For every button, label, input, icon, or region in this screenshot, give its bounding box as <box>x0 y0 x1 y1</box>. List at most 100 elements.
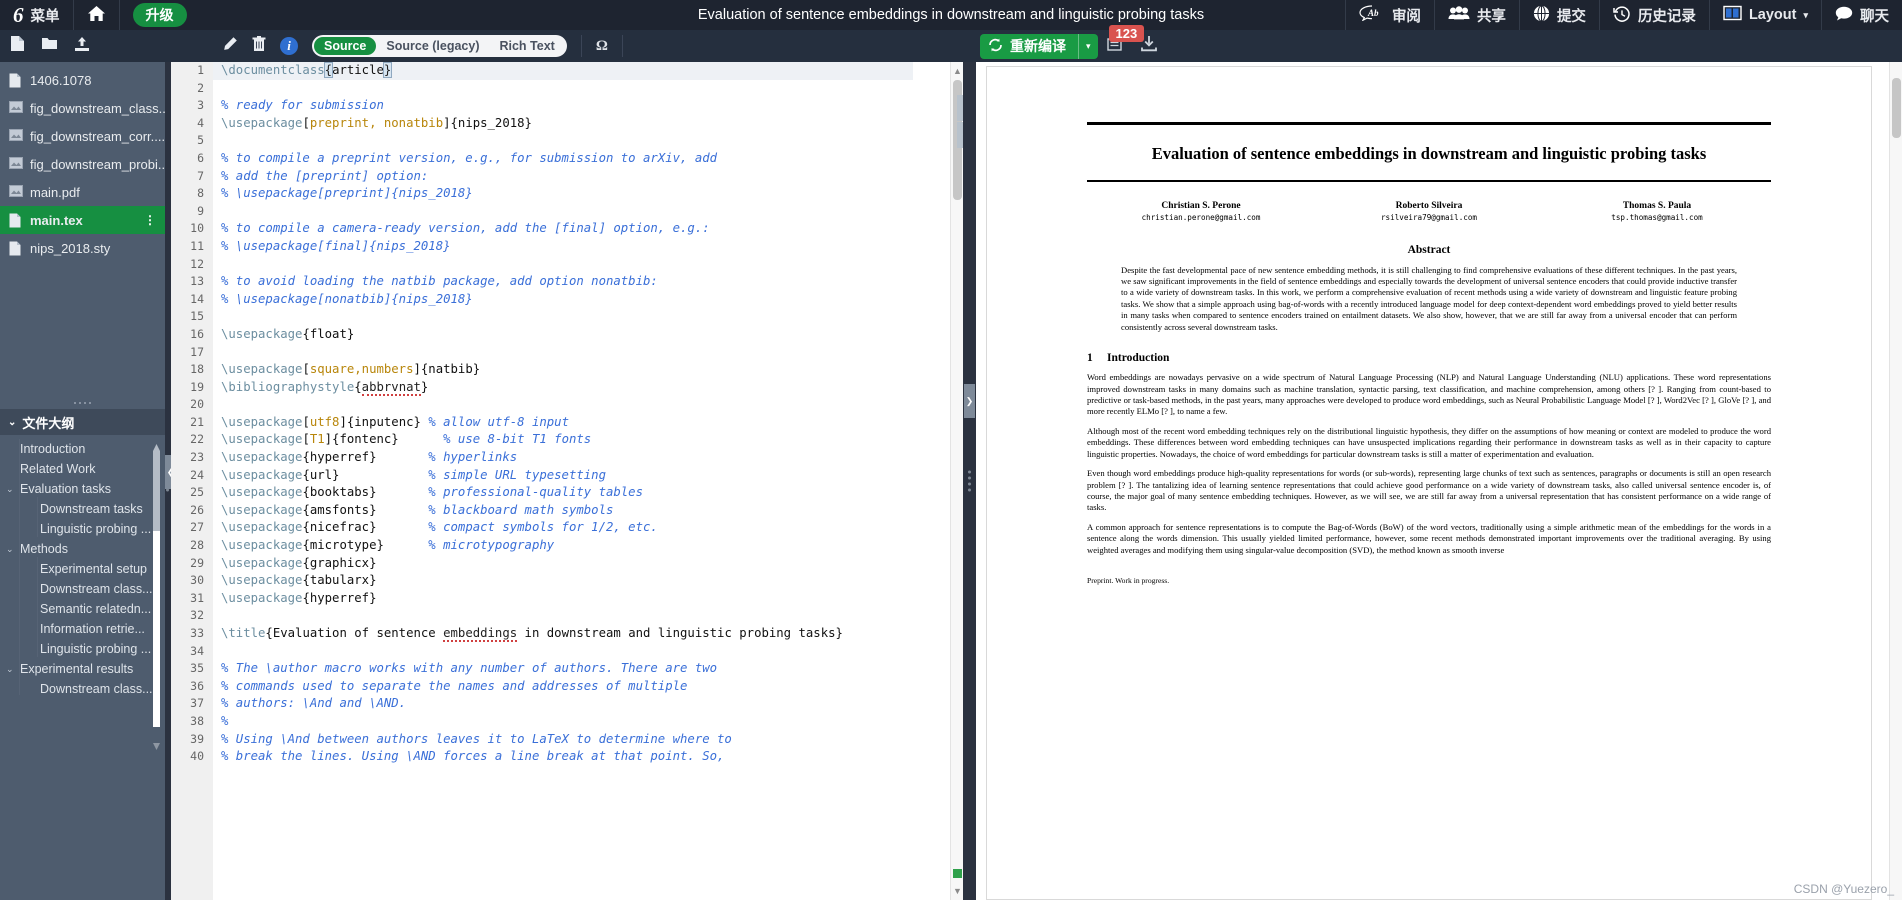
scroll-up-arrow[interactable]: ▲ <box>953 64 962 78</box>
panel-resize-handle[interactable] <box>0 397 165 409</box>
code-line[interactable]: % Using \And between authors leaves it t… <box>213 731 913 749</box>
code-line[interactable] <box>213 308 913 326</box>
new-file-icon[interactable] <box>10 35 25 57</box>
code-line[interactable]: % authors: \And and \AND. <box>213 695 913 713</box>
review-button[interactable]: Ab 审阅 <box>1344 0 1434 30</box>
menu-button[interactable]: 6 菜单 <box>0 0 74 30</box>
outline-scrollbar[interactable] <box>152 439 161 750</box>
file-item[interactable]: main.tex ⋮ <box>0 206 165 234</box>
code-line[interactable]: \usepackage{url} % simple URL typesettin… <box>213 467 913 485</box>
file-item[interactable]: main.pdf <box>0 178 165 206</box>
file-item[interactable]: fig_downstream_class... <box>0 94 165 122</box>
pdf-preview-pane[interactable]: Evaluation of sentence embeddings in dow… <box>976 62 1902 900</box>
code-line[interactable]: \usepackage{hyperref} % hyperlinks <box>213 449 913 467</box>
rename-pencil-icon[interactable] <box>222 36 238 57</box>
code-line[interactable]: \usepackage{graphicx} <box>213 555 913 573</box>
code-line[interactable]: % \usepackage[final]{nips_2018} <box>213 238 913 256</box>
code-line[interactable]: \usepackage{float} <box>213 326 913 344</box>
tab-source-legacy[interactable]: Source (legacy) <box>376 37 489 55</box>
code-line[interactable]: \title{Evaluation of sentence embeddings… <box>213 625 913 643</box>
file-item[interactable]: fig_downstream_corr.... <box>0 122 165 150</box>
code-content[interactable]: \documentclass{article} % ready for subm… <box>213 62 913 900</box>
code-line[interactable]: \usepackage{booktabs} % professional-qua… <box>213 484 913 502</box>
pdf-scroll-thumb[interactable] <box>1892 78 1901 138</box>
code-line[interactable]: % to avoid loading the natbib package, a… <box>213 273 913 291</box>
chevron-down-icon[interactable]: ⌄ <box>6 664 18 675</box>
outline-item[interactable]: ⌄ Experimental results <box>0 659 165 679</box>
code-line[interactable]: % to compile a camera-ready version, add… <box>213 220 913 238</box>
outline-item[interactable]: Downstream class... <box>0 579 165 599</box>
new-folder-icon[interactable] <box>41 36 58 56</box>
code-line[interactable] <box>213 344 913 362</box>
history-button[interactable]: 历史记录 <box>1598 0 1709 30</box>
code-line[interactable]: % <box>213 713 913 731</box>
code-line[interactable]: % to compile a preprint version, e.g., f… <box>213 150 913 168</box>
chevron-down-icon[interactable]: ⌄ <box>6 544 18 555</box>
delete-trash-icon[interactable] <box>252 35 266 57</box>
outline-item[interactable]: Information retrie... <box>0 619 165 639</box>
file-item[interactable]: nips_2018.sty <box>0 234 165 262</box>
chevron-down-icon[interactable]: ⌄ <box>6 484 18 495</box>
code-line[interactable] <box>213 256 913 274</box>
recompile-button[interactable]: 重新编译 ▾ <box>980 33 1098 59</box>
layout-button[interactable]: Layout ▾ <box>1708 0 1821 30</box>
outline-item[interactable]: ⌄ Evaluation tasks <box>0 479 165 499</box>
outline-item[interactable]: Linguistic probing ... <box>0 519 165 539</box>
code-line[interactable]: \usepackage{nicefrac} % compact symbols … <box>213 519 913 537</box>
code-line[interactable]: \usepackage{tabularx} <box>213 572 913 590</box>
editor-mode-switcher[interactable]: Source Source (legacy) Rich Text <box>312 35 567 57</box>
symbol-palette-icon[interactable]: Ω <box>596 38 608 55</box>
code-line[interactable]: \documentclass{article} <box>213 62 913 80</box>
tab-source[interactable]: Source <box>314 37 377 55</box>
code-line[interactable] <box>213 132 913 150</box>
outline-item[interactable]: Introduction <box>0 439 165 459</box>
info-icon[interactable]: i <box>280 37 298 55</box>
code-line[interactable] <box>213 203 913 221</box>
home-button[interactable] <box>74 0 120 30</box>
outline-item[interactable]: Linguistic probing ... <box>0 639 165 659</box>
code-line[interactable]: \usepackage{hyperref} <box>213 590 913 608</box>
code-line[interactable]: \usepackage[square,numbers]{natbib} <box>213 361 913 379</box>
share-button[interactable]: 共享 <box>1433 0 1519 30</box>
code-line[interactable]: \usepackage[utf8]{inputenc} % allow utf-… <box>213 414 913 432</box>
file-item[interactable]: 1406.1078 <box>0 66 165 94</box>
file-item[interactable]: fig_downstream_probi... <box>0 150 165 178</box>
code-line[interactable]: \usepackage[T1]{fontenc} % use 8-bit T1 … <box>213 431 913 449</box>
code-line[interactable]: \bibliographystyle{abbrvnat} <box>213 379 913 397</box>
outline-item[interactable]: Experimental setup <box>0 559 165 579</box>
file-menu-icon[interactable]: ⋮ <box>144 213 157 227</box>
code-line[interactable]: % ready for submission <box>213 97 913 115</box>
upload-icon[interactable] <box>74 36 90 57</box>
outline-item[interactable]: ⌄ Methods <box>0 539 165 559</box>
outline-item[interactable]: Semantic relatedn... <box>0 599 165 619</box>
code-line[interactable]: % The \author macro works with any numbe… <box>213 660 913 678</box>
code-line[interactable] <box>213 80 913 98</box>
outline-item[interactable]: Downstream class... <box>0 679 165 699</box>
editor-pdf-splitter[interactable]: ❯ <box>963 62 976 900</box>
scroll-down-arrow[interactable] <box>152 738 161 750</box>
file-outline-header[interactable]: ⌄ 文件大纲 <box>0 409 165 435</box>
submit-button[interactable]: 提交 <box>1518 0 1599 30</box>
code-line[interactable]: % commands used to separate the names an… <box>213 678 913 696</box>
chevron-down-icon[interactable]: ▾ <box>1078 33 1098 59</box>
upgrade-button[interactable]: 升级 <box>120 0 200 30</box>
pdf-scrollbar[interactable] <box>1889 62 1902 900</box>
editor-scrollbar[interactable]: ▲ ▼ <box>950 62 963 900</box>
code-line[interactable] <box>213 396 913 414</box>
code-editor[interactable]: 1 2 3 4 5 6 7 8 9 10 11 12 13 14 15 16 17 18 19 20 21 22 23 24 2… <box>171 62 963 900</box>
outline-item[interactable]: Related Work <box>0 459 165 479</box>
tab-rich-text[interactable]: Rich Text <box>489 37 564 55</box>
code-line[interactable]: \usepackage[preprint, nonatbib]{nips_201… <box>213 115 913 133</box>
pdf-collapse-button[interactable]: ❯ <box>964 384 975 418</box>
compile-log-button[interactable]: 123 <box>1105 25 1145 57</box>
outline-item[interactable]: Downstream tasks <box>0 499 165 519</box>
code-line[interactable]: \usepackage{amsfonts} % blackboard math … <box>213 502 913 520</box>
code-line[interactable] <box>213 607 913 625</box>
code-line[interactable]: % add the [preprint] option: <box>213 168 913 186</box>
scroll-down-arrow[interactable]: ▼ <box>953 884 962 898</box>
scroll-up-arrow[interactable] <box>152 439 161 451</box>
code-line[interactable]: % \usepackage[preprint]{nips_2018} <box>213 185 913 203</box>
code-line[interactable]: % break the lines. Using \AND forces a l… <box>213 748 913 766</box>
code-line[interactable]: \usepackage{microtype} % microtypography <box>213 537 913 555</box>
code-line[interactable] <box>213 643 913 661</box>
